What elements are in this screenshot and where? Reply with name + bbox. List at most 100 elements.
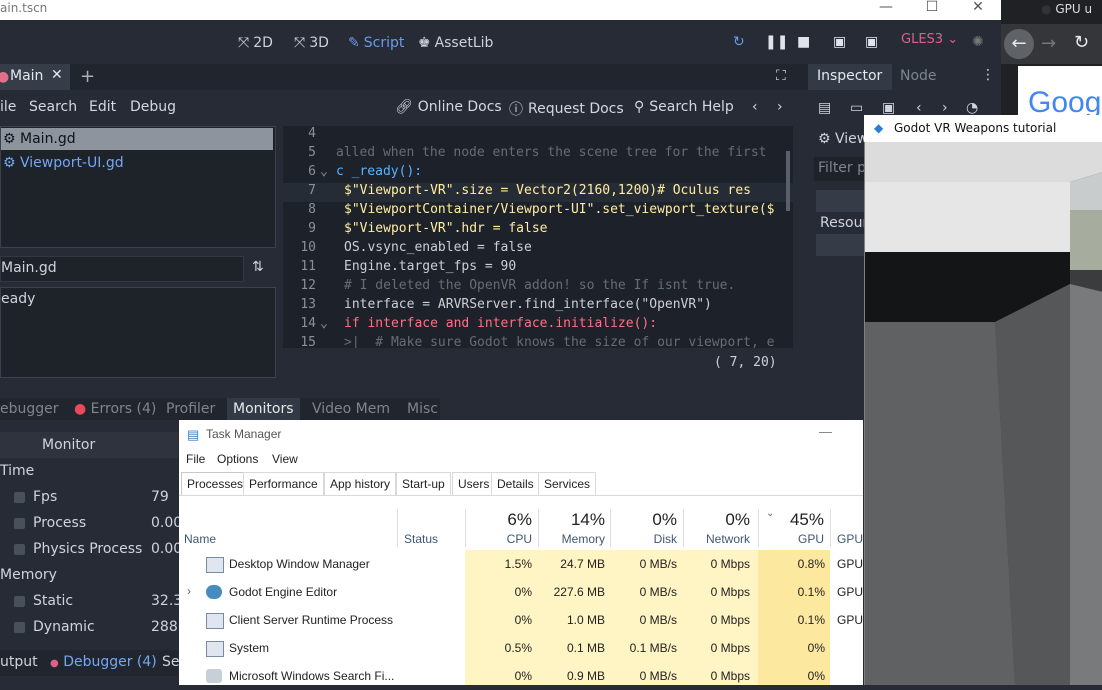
tm-tab-app-history[interactable]: App history xyxy=(324,472,397,495)
sort-icon[interactable]: ⇅ xyxy=(252,259,270,277)
tm-tab-processes[interactable]: Processes xyxy=(181,472,250,495)
col-status[interactable]: Status xyxy=(404,532,438,546)
workspace-2d[interactable]: ⤧ 2D xyxy=(238,33,273,53)
tab-node[interactable]: Node xyxy=(900,68,937,84)
game-window[interactable] xyxy=(864,115,1102,685)
back-icon[interactable]: ← xyxy=(1004,29,1034,59)
tm-tab-users[interactable]: Users xyxy=(452,472,496,495)
line-number: 14 xyxy=(300,316,316,331)
chrome-tab[interactable]: ● GPU u xyxy=(1041,2,1092,16)
menu-search[interactable]: Search xyxy=(29,99,77,115)
search-results-button[interactable]: Se xyxy=(162,654,180,670)
tab-misc[interactable]: Misc xyxy=(407,401,438,417)
menu-edit[interactable]: Edit xyxy=(89,99,116,115)
tm-menu-options[interactable]: Options xyxy=(217,452,258,466)
save-icon[interactable]: ▣ xyxy=(882,100,895,116)
minimize-icon[interactable]: — xyxy=(863,0,909,20)
col-disk[interactable]: Disk xyxy=(624,532,677,546)
search-help-button[interactable]: ⚲ Search Help xyxy=(634,99,734,115)
monitor-row[interactable]: Dynamic 288 xyxy=(0,614,178,640)
history-back-icon[interactable]: ‹ xyxy=(752,99,758,115)
table-row[interactable]: Client Server Runtime Process 0% 1.0 MB … xyxy=(179,606,863,634)
play-custom-icon[interactable]: ▣ xyxy=(865,34,883,52)
maximize-icon[interactable]: ☐ xyxy=(909,0,955,20)
task-manager: ▤ Task Manager — File Options View Proce… xyxy=(179,420,863,685)
monitor-row[interactable]: Static 32.3 xyxy=(0,588,182,614)
workspace-assetlib[interactable]: ♚ AssetLib xyxy=(418,33,493,53)
tab-main[interactable]: ● Main ✕ xyxy=(0,64,70,90)
workspace-script[interactable]: ✎ Script xyxy=(348,33,404,53)
script-item-viewport-ui[interactable]: ⚙ Viewport-UI.gd xyxy=(1,152,273,174)
tab-errors[interactable]: ● Errors (4) xyxy=(74,401,156,417)
reload-icon[interactable]: ↻ xyxy=(733,34,751,52)
debugger-button[interactable]: ● Debugger (4) xyxy=(50,654,157,670)
play-scene-icon[interactable]: ▣ xyxy=(833,34,851,52)
tab-inspector[interactable]: Inspector xyxy=(808,64,892,90)
tab-debugger[interactable]: ebugger xyxy=(0,401,59,417)
tm-minimize-icon[interactable]: — xyxy=(819,424,832,439)
tm-tab-startup[interactable]: Start-up xyxy=(396,472,451,495)
fold-icon[interactable]: ⌄ xyxy=(320,316,328,331)
methods-filter-input[interactable]: Main.gd xyxy=(0,256,244,282)
col-name[interactable]: Name xyxy=(184,532,216,546)
checkbox[interactable] xyxy=(14,492,25,503)
col-memory[interactable]: Memory xyxy=(552,532,605,546)
open-folder-icon[interactable]: ▭ xyxy=(850,100,863,116)
checkbox[interactable] xyxy=(14,518,25,529)
reload-page-icon[interactable]: ↻ xyxy=(1074,32,1089,53)
col-gpu-engine[interactable]: GPU xyxy=(837,532,863,546)
code-line: # I deleted the OpenVR addon! so the If … xyxy=(344,278,736,293)
request-docs-button[interactable]: ⓘ Request Docs xyxy=(509,99,624,119)
menu-dots-icon[interactable]: ⋮ xyxy=(981,67,995,83)
tm-menu-file[interactable]: File xyxy=(186,452,205,466)
close-icon[interactable]: ✕ xyxy=(955,0,1001,20)
gpu-percent: 45% xyxy=(789,510,824,529)
tm-tab-details[interactable]: Details xyxy=(491,472,540,495)
view-item[interactable]: ⚙ View xyxy=(818,131,868,147)
pause-icon[interactable]: ❚❚ xyxy=(765,34,788,52)
tab-profiler[interactable]: Profiler xyxy=(166,401,215,417)
line-number: 9 xyxy=(308,221,316,236)
monitor-row[interactable]: Fps 79 xyxy=(0,484,178,510)
monitor-row[interactable]: Process 0.00 xyxy=(0,510,182,536)
history-forward-icon[interactable]: › xyxy=(777,99,783,115)
col-cpu[interactable]: CPU xyxy=(479,532,532,546)
workspace-3d[interactable]: ⤧ 3D xyxy=(294,33,329,53)
script-item-main[interactable]: ⚙ Main.gd xyxy=(1,128,273,150)
tab-monitors[interactable]: Monitors xyxy=(227,398,300,420)
forward-icon[interactable]: → xyxy=(1041,33,1056,54)
table-row[interactable]: Desktop Window Manager 1.5% 24.7 MB 0 MB… xyxy=(179,550,863,578)
stop-icon[interactable]: ■ xyxy=(797,34,815,52)
table-row[interactable]: Microsoft Windows Search Fi... 0% 0.9 MB… xyxy=(179,662,863,690)
prev-icon[interactable]: ‹ xyxy=(916,100,922,116)
menu-file[interactable]: ile xyxy=(0,99,16,115)
new-resource-icon[interactable]: ▤ xyxy=(818,100,831,116)
monitor-row[interactable]: Physics Process 0.00 xyxy=(0,536,182,562)
menu-debug[interactable]: Debug xyxy=(130,99,176,115)
method-item[interactable]: eady xyxy=(1,291,35,307)
checkbox[interactable] xyxy=(14,596,25,607)
fullscreen-icon[interactable]: ⛶ xyxy=(776,68,786,84)
table-row[interactable]: System 0.5% 0.1 MB 0.1 MB/s 0 Mbps 0% xyxy=(179,634,863,662)
renderer-select[interactable]: GLES3 ⌄ xyxy=(901,32,958,47)
online-docs-button[interactable]: 🔗︎ Online Docs xyxy=(395,99,502,115)
output-button[interactable]: utput xyxy=(0,654,38,670)
history-icon[interactable]: ◔ xyxy=(966,100,978,116)
add-tab-icon[interactable]: + xyxy=(80,66,95,87)
cpu-value: 0.5% xyxy=(504,641,532,655)
checkbox[interactable] xyxy=(14,622,25,633)
col-network[interactable]: Network xyxy=(697,532,750,546)
tm-tab-performance[interactable]: Performance xyxy=(243,472,324,495)
tab-video-mem[interactable]: Video Mem xyxy=(312,401,390,417)
col-gpu[interactable]: GPU xyxy=(771,532,824,546)
expand-chevron-icon[interactable]: › xyxy=(187,584,191,598)
close-tab-icon[interactable]: ✕ xyxy=(51,67,63,83)
next-icon[interactable]: › xyxy=(942,100,948,116)
code-scrollbar[interactable] xyxy=(786,151,790,211)
checkbox[interactable] xyxy=(14,544,25,555)
table-row[interactable]: › Godot Engine Editor 0% 227.6 MB 0 MB/s… xyxy=(179,578,863,606)
code-editor[interactable]: 4 5 alled when the node enters the scene … xyxy=(283,126,793,348)
fold-icon[interactable]: ⌄ xyxy=(320,164,328,179)
tm-tab-services[interactable]: Services xyxy=(538,472,597,495)
tm-menu-view[interactable]: View xyxy=(272,452,298,466)
